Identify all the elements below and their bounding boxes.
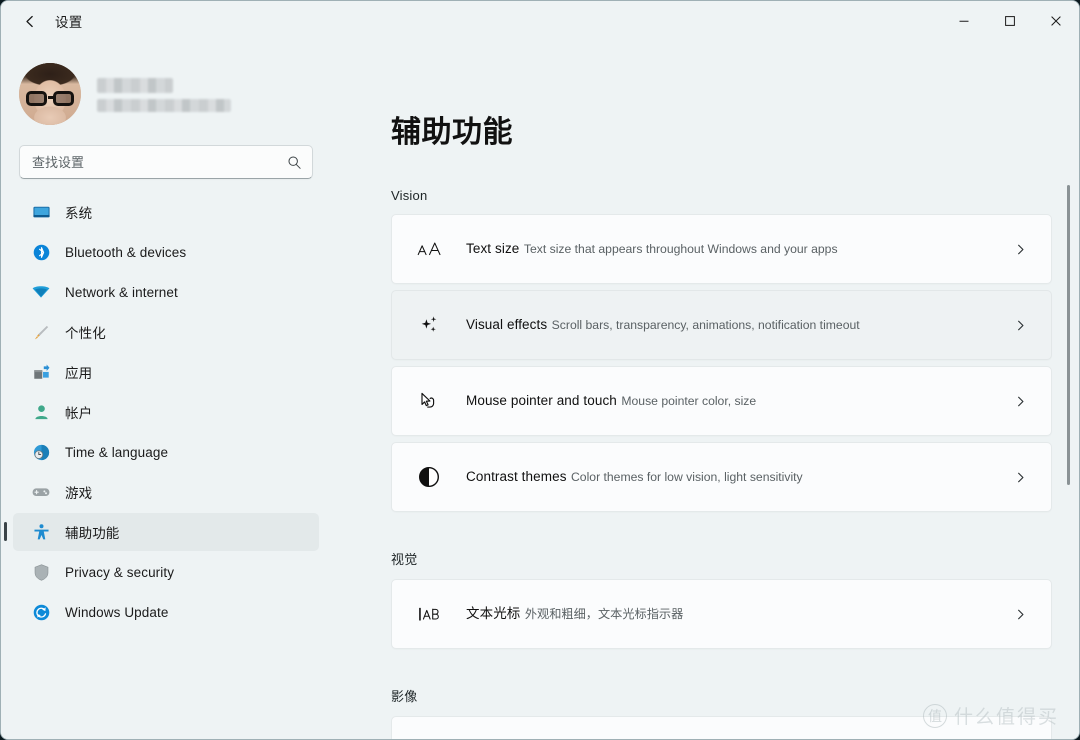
scrollbar-thumb[interactable] <box>1067 185 1070 485</box>
sidebar-item-accounts[interactable]: 帐户 <box>13 393 319 431</box>
card-title: Mouse pointer and touch <box>466 392 617 408</box>
card-subtitle: Text size that appears throughout Window… <box>523 241 838 256</box>
search-container <box>1 131 331 179</box>
sidebar-item-gaming[interactable]: 游戏 <box>13 473 319 511</box>
sidebar-nav: 系统 Bluetooth & devices Network & interne… <box>1 193 331 631</box>
sidebar-item-label: Network & internet <box>65 284 178 300</box>
sidebar-item-label: 帐户 <box>65 406 93 421</box>
settings-window: 设置 查找设置 系统 Bluetooth & devices Network &… <box>0 0 1080 740</box>
avatar-glasses <box>25 91 75 106</box>
chevron-right-icon[interactable] <box>1007 395 1033 408</box>
accessibility-person-icon <box>31 522 51 542</box>
account-profile[interactable] <box>1 47 331 131</box>
text-size-aa-icon <box>412 238 446 260</box>
sidebar-item-label: 应用 <box>65 366 93 381</box>
chevron-right-icon[interactable] <box>1007 471 1033 484</box>
sidebar-item-label: Time & language <box>65 444 169 460</box>
card-text: Visual effects Scroll bars, transparency… <box>446 316 1007 335</box>
sidebar-item-apps[interactable]: 应用 <box>13 353 319 391</box>
sidebar-item-label: Bluetooth & devices <box>65 244 187 260</box>
vertical-scrollbar[interactable] <box>1064 49 1074 731</box>
person-icon <box>31 402 51 422</box>
setting-card-mouse-pointer-and-touch[interactable]: Mouse pointer and touch Mouse pointer co… <box>391 366 1052 436</box>
section-header-vision: Vision <box>391 188 428 203</box>
apps-icon <box>31 362 51 382</box>
card-title: Contrast themes <box>466 468 567 484</box>
close-icon <box>1051 16 1061 26</box>
bluetooth-icon <box>31 242 51 262</box>
search-box[interactable] <box>19 145 313 179</box>
content-scroll-area: 辅助功能 Vision Text size Text size that app… <box>391 41 1079 739</box>
sidebar-item-bluetooth-devices[interactable]: Bluetooth & devices <box>13 233 319 271</box>
sidebar-item-accessibility[interactable]: 辅助功能 <box>4 513 319 551</box>
sidebar-item-network-internet[interactable]: Network & internet <box>13 273 319 311</box>
sidebar-item-label: 游戏 <box>65 486 93 501</box>
mouse-pointer-icon <box>412 389 446 413</box>
search-icon[interactable] <box>287 155 302 170</box>
sidebar-item-system[interactable]: 系统 <box>13 193 319 231</box>
chevron-right-icon[interactable] <box>1007 319 1033 332</box>
card-text: Text size Text size that appears through… <box>446 240 1007 259</box>
sidebar-item-time-language[interactable]: Time & language <box>13 433 319 471</box>
title-bar: 设置 <box>1 1 1079 41</box>
sidebar-item-label: 系统 <box>65 206 93 221</box>
card-title: Visual effects <box>466 316 548 332</box>
account-email-redacted <box>97 99 231 112</box>
main-content: 辅助功能 Vision Text size Text size that app… <box>331 41 1079 739</box>
section-header-shijue: 视觉 <box>391 552 418 567</box>
sidebar-item-label: 辅助功能 <box>65 526 120 541</box>
setting-card-visual-effects[interactable]: Visual effects Scroll bars, transparency… <box>391 290 1052 360</box>
sidebar-item-label: 个性化 <box>65 326 106 341</box>
card-title: Text size <box>466 240 520 256</box>
account-name-redacted <box>97 78 173 93</box>
minimize-button[interactable] <box>941 1 987 41</box>
window-controls <box>941 1 1079 41</box>
card-text: Contrast themes Color themes for low vis… <box>446 468 1007 487</box>
setting-card-magnifier[interactable]: 放大镜 放大镜阅读、缩放增量 <box>391 716 1052 739</box>
text-cursor-ab-icon <box>412 603 446 625</box>
sparkles-icon <box>412 313 446 337</box>
card-subtitle: Color themes for low vision, light sensi… <box>571 469 803 484</box>
card-title: 文本光标 <box>466 605 521 621</box>
card-text: Mouse pointer and touch Mouse pointer co… <box>446 392 1007 411</box>
close-button[interactable] <box>1033 1 1079 41</box>
sidebar-item-label: Privacy & security <box>65 564 175 580</box>
minimize-icon <box>959 20 969 22</box>
search-input[interactable] <box>32 154 287 170</box>
window-body: 系统 Bluetooth & devices <box>1 41 1079 739</box>
back-button[interactable] <box>13 6 47 36</box>
maximize-button[interactable] <box>987 1 1033 41</box>
app-title: 设置 <box>55 15 83 30</box>
paintbrush-icon <box>31 322 51 342</box>
sidebar-item-label: Windows Update <box>65 604 169 620</box>
monitor-icon <box>31 202 51 222</box>
sidebar-item-windows-update[interactable]: Windows Update <box>13 593 319 631</box>
card-subtitle: Mouse pointer color, size <box>621 393 757 408</box>
wifi-icon <box>31 282 51 302</box>
gamepad-icon <box>31 482 51 502</box>
page-title: 辅助功能 <box>391 116 513 149</box>
chevron-right-icon[interactable] <box>1007 243 1033 256</box>
refresh-icon <box>31 602 51 622</box>
section-header-yingxiang: 影像 <box>391 689 418 704</box>
account-text <box>97 76 231 112</box>
sidebar-item-personalization[interactable]: 个性化 <box>13 313 319 351</box>
clock-globe-icon <box>31 442 51 462</box>
maximize-icon <box>1005 16 1015 26</box>
chevron-right-icon[interactable] <box>1007 608 1033 621</box>
card-subtitle: Scroll bars, transparency, animations, n… <box>551 317 860 332</box>
shield-icon <box>31 562 51 582</box>
contrast-circle-icon <box>412 466 446 488</box>
setting-card-contrast-themes[interactable]: Contrast themes Color themes for low vis… <box>391 442 1052 512</box>
card-text: 文本光标 外观和粗细，文本光标指示器 <box>446 605 1007 624</box>
setting-card-text-size[interactable]: Text size Text size that appears through… <box>391 214 1052 284</box>
sidebar-item-privacy-security[interactable]: Privacy & security <box>13 553 319 591</box>
setting-card-text-cursor[interactable]: 文本光标 外观和粗细，文本光标指示器 <box>391 579 1052 649</box>
card-subtitle: 外观和粗细，文本光标指示器 <box>524 606 684 621</box>
avatar <box>19 63 81 125</box>
sidebar: 系统 Bluetooth & devices <box>1 41 331 739</box>
back-arrow-icon <box>25 15 33 27</box>
